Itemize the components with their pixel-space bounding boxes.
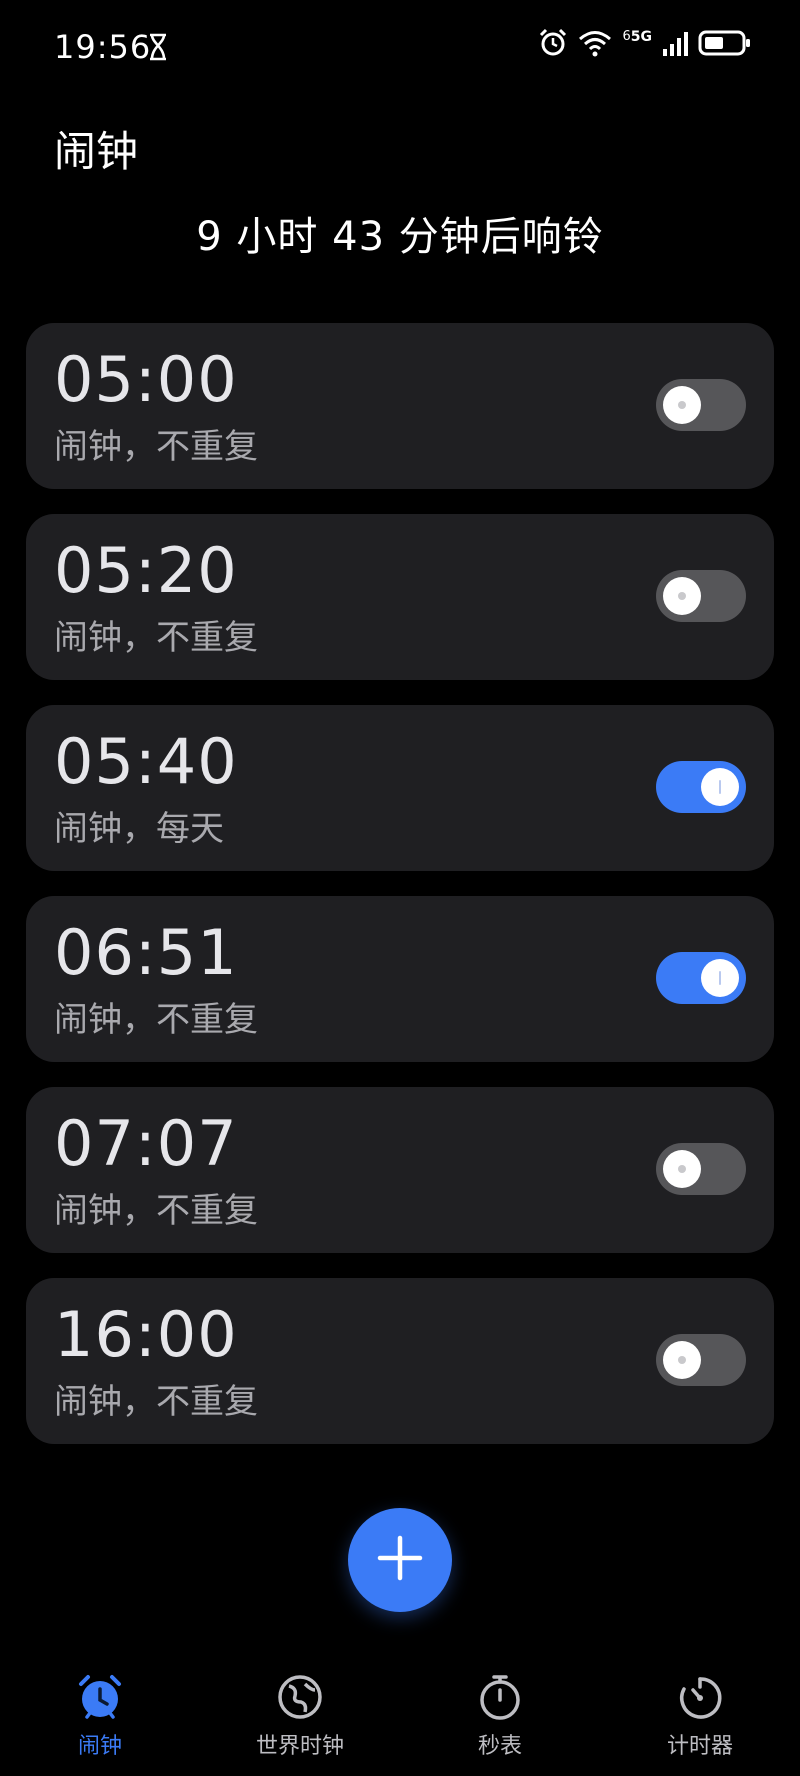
alarm-toggle[interactable]: [656, 1334, 746, 1386]
next-alarm-countdown: 9 小时 43 分钟后响铃: [196, 214, 604, 260]
tab-timer[interactable]: 计时器: [620, 1672, 780, 1760]
stopwatch-icon: [420, 1672, 580, 1722]
alarm-card[interactable]: 16:00 闹钟，不重复: [26, 1278, 774, 1444]
hourglass-icon: [148, 33, 168, 61]
alarm-subtitle: 闹钟，不重复: [54, 427, 258, 467]
alarm-clock-icon: [538, 28, 568, 58]
toggle-knob: [663, 1341, 701, 1379]
status-bar: 19:56 6 5G: [0, 0, 800, 96]
alarm-toggle[interactable]: [656, 761, 746, 813]
alarm-toggle[interactable]: [656, 952, 746, 1004]
toggle-knob: [663, 386, 701, 424]
alarm-subtitle: 闹钟，不重复: [54, 1382, 258, 1422]
add-alarm-button[interactable]: [348, 1508, 452, 1612]
alarm-toggle[interactable]: [656, 1143, 746, 1195]
alarm-time: 06:51: [54, 916, 238, 989]
toggle-knob: [701, 768, 739, 806]
status-time: 19:56: [54, 28, 152, 66]
bottom-nav: 闹钟 世界时钟 秒表 计时器: [0, 1662, 800, 1776]
alarm-time: 05:00: [54, 343, 238, 416]
alarm-card[interactable]: 07:07 闹钟，不重复: [26, 1087, 774, 1253]
wifi-icon: [578, 29, 612, 57]
alarm-card[interactable]: 05:00 闹钟，不重复: [26, 323, 774, 489]
tab-label: 世界时钟: [255, 1734, 344, 1759]
globe-icon: [220, 1672, 380, 1722]
toggle-knob: [663, 577, 701, 615]
toggle-knob: [701, 959, 739, 997]
alarm-subtitle: 闹钟，不重复: [54, 1191, 258, 1231]
plus-icon: [377, 1535, 423, 1585]
alarm-time: 07:07: [54, 1107, 238, 1180]
page-title: 闹钟: [54, 127, 139, 176]
tab-alarm[interactable]: 闹钟: [20, 1672, 180, 1760]
alarm-toggle[interactable]: [656, 570, 746, 622]
status-icons: 6 5G: [538, 28, 752, 58]
battery-icon: [698, 29, 752, 57]
alarm-list: 05:00 闹钟，不重复 05:20 闹钟，不重复 05:40 闹钟，每天 06…: [26, 323, 774, 1469]
alarm-card[interactable]: 05:20 闹钟，不重复: [26, 514, 774, 680]
network-type: 5G: [630, 29, 652, 45]
alarm-card[interactable]: 06:51 闹钟，不重复: [26, 896, 774, 1062]
timer-icon: [620, 1672, 780, 1722]
sim-indicator: 6: [622, 28, 631, 44]
alarm-toggle[interactable]: [656, 379, 746, 431]
alarm-clock-icon: [20, 1672, 180, 1722]
alarm-time: 16:00: [54, 1298, 238, 1371]
tab-label: 秒表: [477, 1734, 522, 1759]
alarm-subtitle: 闹钟，不重复: [54, 1000, 258, 1040]
alarm-subtitle: 闹钟，每天: [54, 809, 224, 849]
tab-label: 计时器: [666, 1734, 733, 1759]
signal-icon: [662, 29, 688, 57]
alarm-time: 05:20: [54, 534, 238, 607]
tab-world-clock[interactable]: 世界时钟: [220, 1672, 380, 1760]
tab-label: 闹钟: [77, 1734, 122, 1759]
alarm-card[interactable]: 05:40 闹钟，每天: [26, 705, 774, 871]
toggle-knob: [663, 1150, 701, 1188]
alarm-time: 05:40: [54, 725, 238, 798]
tab-stopwatch[interactable]: 秒表: [420, 1672, 580, 1760]
alarm-subtitle: 闹钟，不重复: [54, 618, 258, 658]
